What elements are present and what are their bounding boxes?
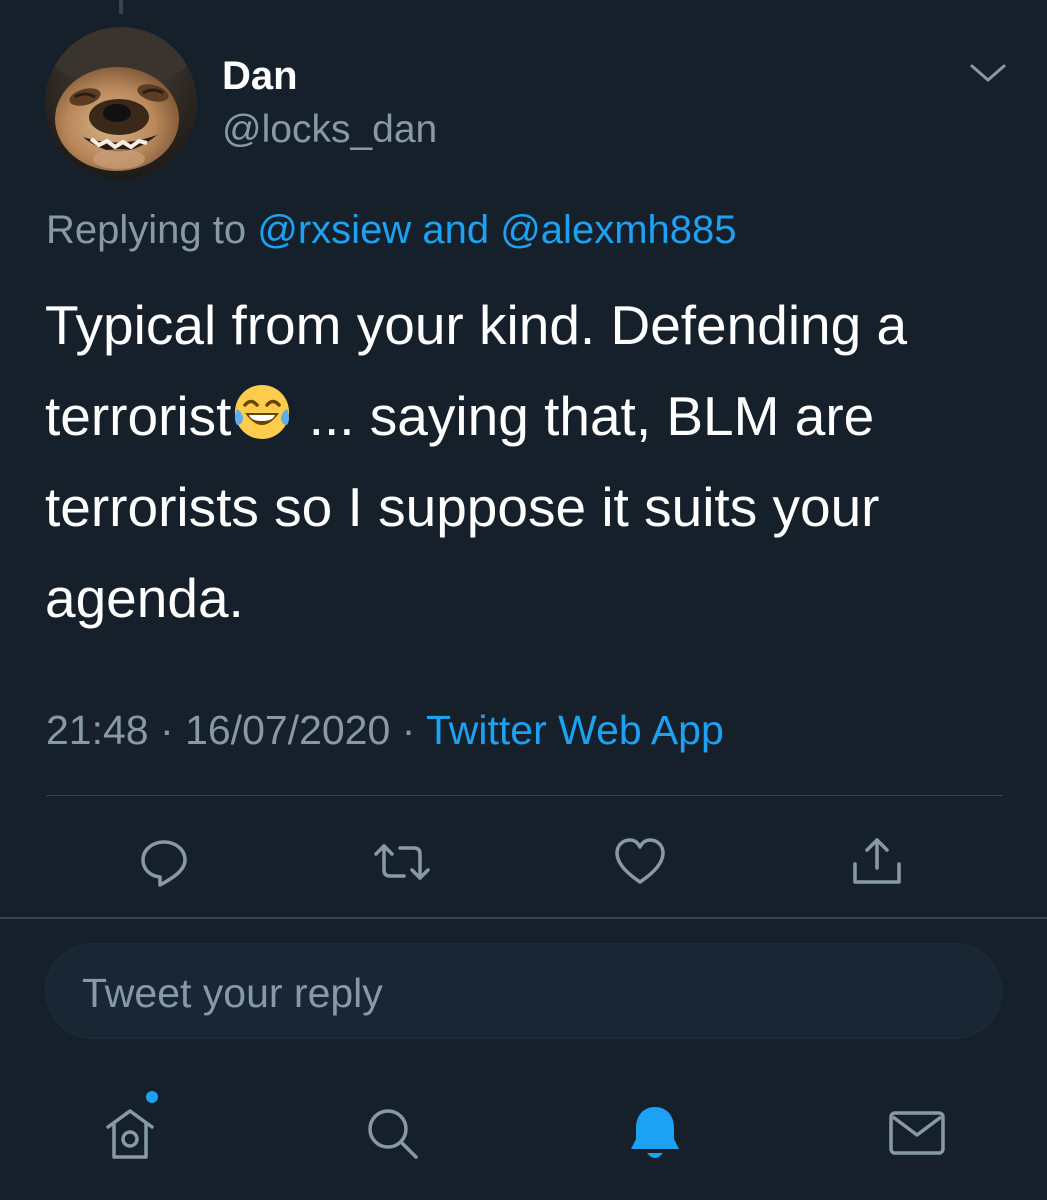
tab-messages[interactable]	[882, 1098, 952, 1168]
replying-to-joiner: and	[422, 208, 490, 252]
tweet-detail-screen: Dan @locks_dan Replying to @rxsiew and @…	[0, 0, 1047, 1200]
reply-icon	[141, 840, 187, 887]
new-content-dot	[146, 1091, 158, 1103]
meta-separator: ·	[160, 707, 174, 753]
tweet-text-fragment: ... saying that, BLM are	[293, 385, 875, 447]
tab-search[interactable]	[357, 1098, 427, 1168]
mail-icon	[889, 1111, 945, 1155]
reply-input[interactable]	[80, 966, 964, 1020]
tweet-text-line: agenda.	[45, 567, 244, 629]
tweet-text-line: terrorist ... saying that, BLM are	[45, 371, 1005, 462]
tweet-time: 21:48	[46, 707, 149, 753]
tweet-text-fragment: terrorist	[45, 385, 232, 447]
author-display-name[interactable]: Dan	[222, 54, 298, 98]
replying-to-prefix: Replying to	[46, 208, 247, 252]
divider	[0, 917, 1047, 919]
face-with-tears-of-joy-icon	[231, 379, 293, 441]
avatar[interactable]	[45, 27, 197, 179]
home-icon	[106, 1109, 154, 1159]
tweet-text-line: terrorists so I suppose it suits your	[45, 476, 880, 538]
tweet-meta: 21:48 · 16/07/2020 · Twitter Web App	[46, 705, 724, 755]
avatar-photo	[45, 27, 197, 179]
tab-home[interactable]	[95, 1098, 165, 1168]
retweet-icon	[374, 844, 430, 880]
tweet-date: 16/07/2020	[185, 707, 391, 753]
search-icon	[368, 1109, 418, 1159]
reply-composer[interactable]	[45, 943, 1002, 1039]
share-icon	[853, 838, 901, 884]
reply-button[interactable]	[134, 832, 194, 892]
chevron-down-icon[interactable]	[968, 58, 1008, 88]
like-button[interactable]	[610, 832, 670, 892]
replying-to-line: Replying to @rxsiew and @alexmh885	[46, 205, 737, 255]
retweet-button[interactable]	[372, 832, 432, 892]
tweet-source-link[interactable]: Twitter Web App	[426, 707, 724, 753]
divider	[46, 795, 1003, 796]
heart-icon	[615, 838, 665, 884]
share-button[interactable]	[847, 832, 907, 892]
tweet-body: Typical from your kind. Defending a terr…	[45, 280, 1005, 644]
author-handle[interactable]: @locks_dan	[222, 108, 437, 152]
mention-link[interactable]: @alexmh885	[500, 208, 736, 252]
bell-icon	[631, 1107, 679, 1158]
mention-link[interactable]: @rxsiew	[257, 208, 411, 252]
thread-connector-line	[119, 0, 123, 14]
tab-notifications[interactable]	[620, 1098, 690, 1168]
meta-separator: ·	[401, 707, 416, 753]
tweet-text-line: Typical from your kind. Defending a	[45, 294, 908, 356]
